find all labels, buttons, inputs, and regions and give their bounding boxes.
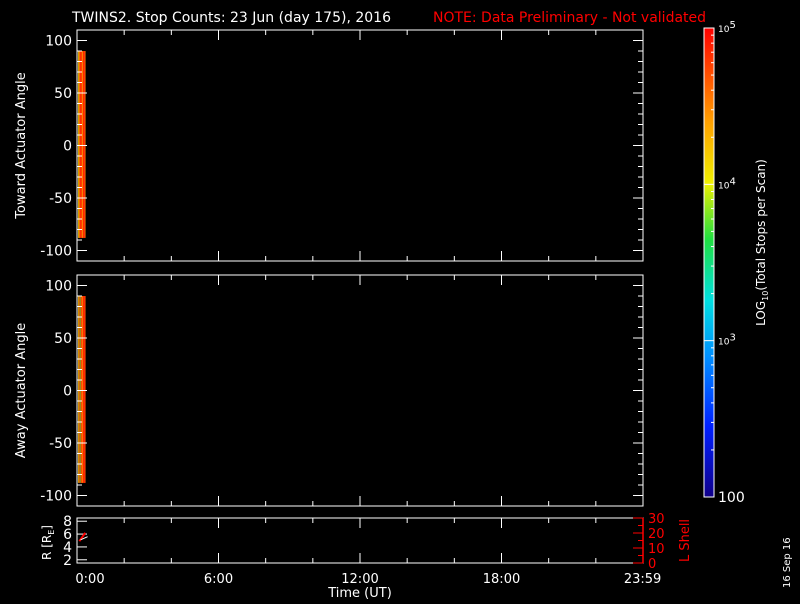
preliminary-note: NOTE: Data Preliminary - Not validated: [433, 10, 706, 26]
chart-title: TWINS2. Stop Counts: 23 Jun (day 175), 2…: [71, 10, 391, 26]
y-tick-label: 50: [54, 86, 72, 102]
plot-frame: [76, 274, 644, 507]
colorbar-tick-label: 103: [718, 333, 736, 348]
panel-2: 100 50 0 -50 -100 Away Actuator Angle: [14, 274, 644, 507]
x-tick-label: 6:00: [204, 572, 233, 587]
lshell-tick-label: 20: [648, 527, 665, 542]
colorbar-gradient: [703, 27, 715, 498]
x-tick-label: 0:00: [75, 572, 104, 587]
x-tick-label: 18:00: [483, 572, 520, 587]
y-tick-label: 0: [63, 139, 72, 155]
y-axis-label: Away Actuator Angle: [14, 323, 29, 458]
lshell-tick-label: 10: [648, 542, 665, 557]
colorbar-tick-label: 105: [718, 20, 736, 35]
heatmap-cell: [84, 296, 86, 483]
y-tick-label: -100: [40, 489, 72, 505]
plot-frame: [76, 29, 644, 262]
twins-stop-counts-figure: TWINS2. Stop Counts: 23 Jun (day 175), 2…: [14, 10, 793, 601]
y-tick-label: 50: [54, 331, 72, 347]
y-tick-label: -50: [49, 191, 72, 207]
panel-3: 2468R [RE]0102030 L Shell0:00 6:00 12:00 18:…: [40, 512, 693, 601]
y-axis-label: Toward Actuator Angle: [14, 72, 29, 219]
y-axis-label: R [RE]: [40, 525, 56, 560]
y-tick-label: 100: [45, 34, 72, 50]
y-tick-label: 100: [45, 279, 72, 295]
x-tick-label: 12:00: [341, 572, 378, 587]
x-axis-label: Time (UT): [327, 586, 392, 600]
colorbar-tick-label: 100: [718, 490, 745, 506]
y-tick-label: -50: [49, 436, 72, 452]
lshell-axis-label: L Shell: [678, 519, 693, 562]
colorbar: 105 104 103 100 LOG10(Total Stops per Scan): [703, 20, 770, 506]
colorbar-label: LOG10(Total Stops per Scan): [754, 159, 770, 326]
heatmap-cell: [84, 51, 86, 238]
y-tick-label: 0: [63, 384, 72, 400]
x-tick-label: 23:59: [624, 572, 661, 587]
lshell-tick-label: 0: [648, 557, 656, 572]
y-tick-label: -100: [40, 244, 72, 260]
panel-1: 100 50 0 -50 -100 Toward Actuator Angle: [14, 29, 644, 262]
y-tick-label: 8: [63, 514, 72, 530]
footer-date: 16 Sep 16: [782, 537, 793, 588]
lshell-tick-label: 30: [648, 512, 665, 527]
colorbar-tick-label: 104: [718, 176, 736, 191]
